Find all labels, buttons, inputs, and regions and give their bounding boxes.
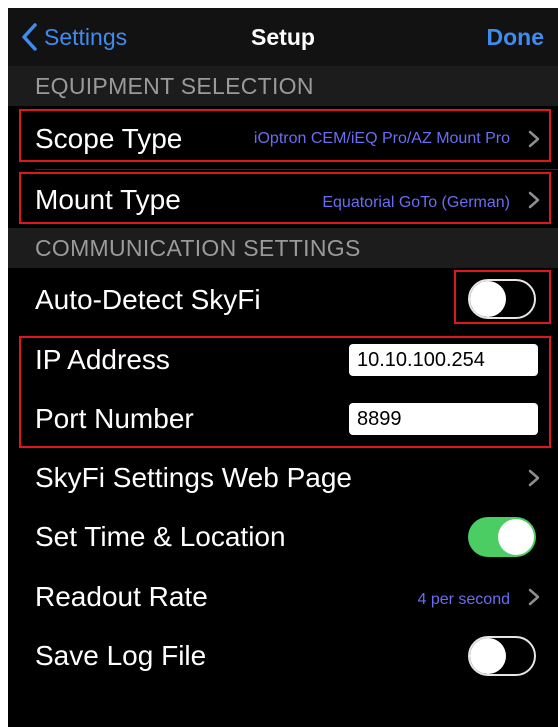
chevron-right-icon — [528, 130, 540, 148]
chevron-right-icon — [528, 588, 540, 606]
set-time-row: Set Time & Location — [8, 507, 558, 566]
readout-rate-value: 4 per second — [417, 591, 510, 608]
port-number-row: Port Number — [8, 389, 558, 448]
port-number-label: Port Number — [35, 403, 194, 434]
web-page-label: SkyFi Settings Web Page — [35, 462, 352, 493]
toggle-knob — [470, 281, 506, 317]
ip-address-label: IP Address — [35, 344, 170, 375]
port-number-input[interactable] — [349, 403, 538, 435]
chevron-right-icon — [528, 469, 540, 487]
web-page-row[interactable]: SkyFi Settings Web Page — [8, 448, 558, 507]
set-time-toggle[interactable] — [468, 517, 536, 557]
auto-detect-label: Auto-Detect SkyFi — [35, 284, 261, 315]
mount-type-label: Mount Type — [35, 184, 181, 215]
mount-type-row[interactable]: Mount Type Equatorial GoTo (German) — [8, 170, 558, 229]
scope-type-value: iOptron CEM/iEQ Pro/AZ Mount Pro — [253, 130, 510, 147]
scope-type-row[interactable]: Scope Type iOptron CEM/iEQ Pro/AZ Mount … — [8, 109, 558, 168]
set-time-label: Set Time & Location — [35, 521, 286, 552]
page-title: Setup — [251, 24, 315, 50]
save-log-label: Save Log File — [35, 640, 207, 671]
toggle-knob — [470, 638, 506, 674]
mount-type-value: Equatorial GoTo (German) — [322, 194, 510, 211]
save-log-row: Save Log File — [8, 626, 558, 685]
auto-detect-toggle[interactable] — [468, 279, 536, 319]
scope-type-label: Scope Type — [35, 123, 183, 154]
section-header-communication: COMMUNICATION SETTINGS — [8, 228, 558, 268]
toggle-knob — [498, 519, 534, 555]
chevron-right-icon — [528, 191, 540, 209]
ip-address-row: IP Address — [8, 330, 558, 389]
ip-address-input[interactable] — [349, 344, 538, 376]
done-button[interactable]: Done — [487, 24, 545, 51]
save-log-toggle[interactable] — [468, 636, 536, 676]
auto-detect-row: Auto-Detect SkyFi — [8, 270, 558, 329]
navigation-bar: Settings Setup Done — [8, 8, 558, 66]
setup-screen: Settings Setup Done EQUIPMENT SELECTION … — [8, 8, 558, 727]
readout-rate-label: Readout Rate — [35, 581, 208, 612]
readout-rate-row[interactable]: Readout Rate 4 per second — [8, 567, 558, 626]
section-header-equipment: EQUIPMENT SELECTION — [8, 66, 558, 106]
